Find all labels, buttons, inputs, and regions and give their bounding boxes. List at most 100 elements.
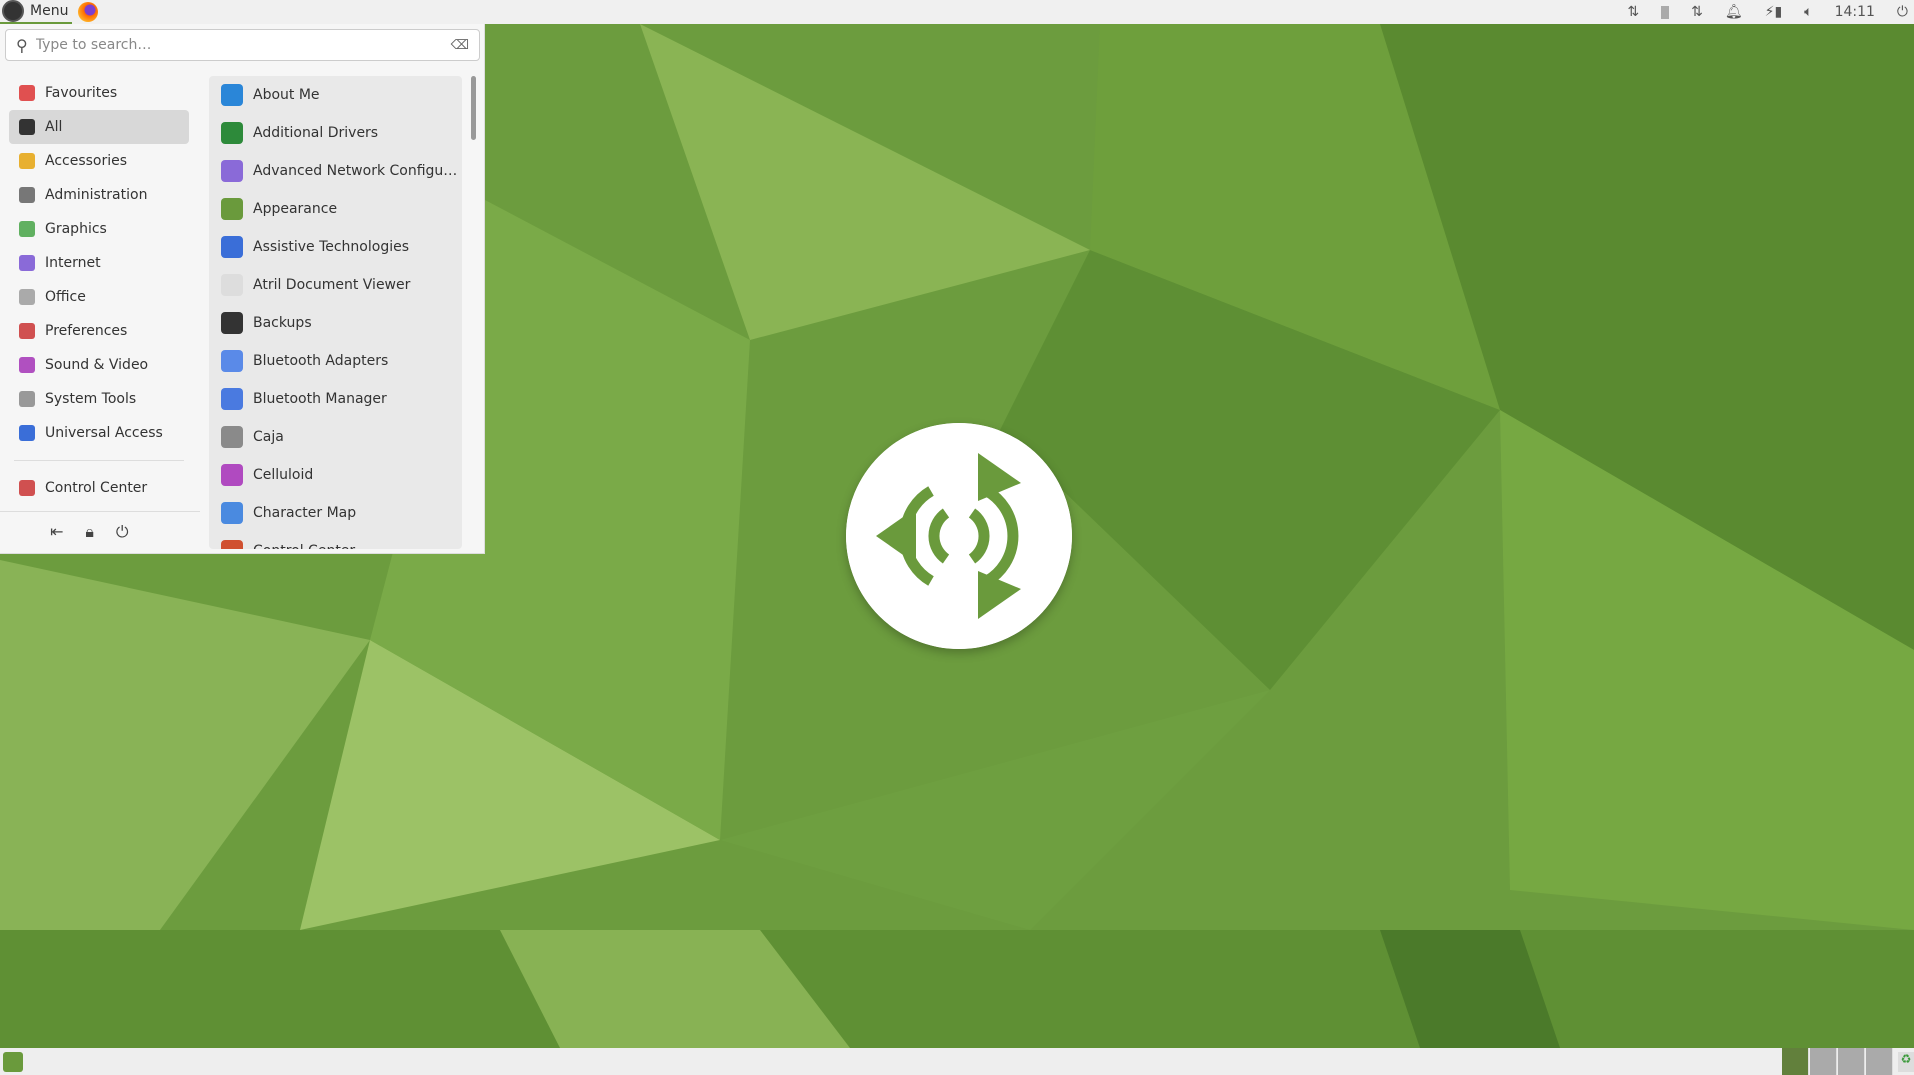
- accessories-icon: [19, 153, 35, 169]
- app-icon: [221, 160, 243, 182]
- shutdown-icon[interactable]: ⏻: [1897, 4, 1908, 20]
- app-icon: [221, 236, 243, 258]
- preferences-icon: [19, 323, 35, 339]
- show-desktop-icon[interactable]: [3, 1051, 23, 1072]
- category-label: Internet: [45, 255, 101, 271]
- ubuntu-mate-logo-icon: [2, 0, 24, 22]
- category-label: Favourites: [45, 85, 118, 101]
- category-system-tools[interactable]: System Tools: [9, 382, 189, 416]
- search-icon: ⚲: [16, 35, 28, 55]
- top-panel: Menu ⇅ ⇅ 🔔︎ ⚡▮ 🔈︎ 14:11 ⏻: [0, 0, 1914, 24]
- workspace-4[interactable]: [1866, 1048, 1893, 1075]
- application-menu: ⚲ ⌫ Favourites All Accessories Administrati…: [0, 24, 485, 554]
- search-input[interactable]: [35, 37, 443, 53]
- battery-indicator-icon[interactable]: [1661, 5, 1670, 19]
- category-universal-access[interactable]: Universal Access: [9, 416, 189, 450]
- app-item[interactable]: About Me: [209, 76, 462, 114]
- app-label: Appearance: [253, 201, 338, 217]
- app-item[interactable]: Bluetooth Manager: [209, 380, 462, 418]
- control-center-icon: [19, 480, 35, 496]
- workspace-1[interactable]: [1782, 1048, 1809, 1075]
- app-item[interactable]: Atril Document Viewer: [209, 266, 462, 304]
- category-favourites[interactable]: Favourites: [9, 76, 189, 110]
- app-icon: [221, 540, 243, 549]
- app-item[interactable]: Control Center: [209, 532, 462, 549]
- category-administration[interactable]: Administration: [9, 178, 189, 212]
- category-accessories[interactable]: Accessories: [9, 144, 189, 178]
- workspace-3[interactable]: [1838, 1048, 1865, 1075]
- clock[interactable]: 14:11: [1835, 4, 1875, 20]
- office-icon: [19, 289, 35, 305]
- power-battery-icon[interactable]: ⚡▮: [1765, 4, 1783, 20]
- lock-icon[interactable]: 🔒︎: [85, 522, 94, 542]
- category-list: Favourites All Accessories Administration Gr…: [9, 76, 189, 505]
- search-box[interactable]: ⚲ ⌫: [5, 29, 480, 61]
- notification-bell-icon[interactable]: 🔔︎: [1725, 4, 1743, 20]
- app-icon: [221, 426, 243, 448]
- app-item[interactable]: Celluloid: [209, 456, 462, 494]
- control-center-label: Control Center: [45, 480, 148, 496]
- category-label: Sound & Video: [45, 357, 149, 373]
- app-label: Bluetooth Manager: [253, 391, 387, 407]
- ubuntu-mate-desktop-logo: [846, 423, 1072, 649]
- app-label: Caja: [253, 429, 284, 445]
- app-label: Assistive Technologies: [253, 239, 410, 255]
- app-item[interactable]: Additional Drivers: [209, 114, 462, 152]
- category-label: Accessories: [45, 153, 128, 169]
- clear-search-icon[interactable]: ⌫: [451, 38, 469, 53]
- app-item[interactable]: Bluetooth Adapters: [209, 342, 462, 380]
- system-tools-icon: [19, 391, 35, 407]
- app-label: Bluetooth Adapters: [253, 353, 389, 369]
- app-item[interactable]: Appearance: [209, 190, 462, 228]
- universal-access-icon: [19, 425, 35, 441]
- app-list-scrollbar[interactable]: [471, 76, 476, 140]
- app-icon: [221, 502, 243, 524]
- category-office[interactable]: Office: [9, 280, 189, 314]
- app-label: Character Map: [253, 505, 357, 521]
- app-label: Advanced Network Configu…: [253, 163, 458, 179]
- firefox-launcher-icon[interactable]: [78, 2, 99, 22]
- app-icon: [221, 84, 243, 106]
- category-all[interactable]: All: [9, 110, 189, 144]
- heart-icon: [19, 85, 35, 101]
- trash-icon[interactable]: ♻: [1898, 1052, 1914, 1072]
- category-internet[interactable]: Internet: [9, 246, 189, 280]
- application-list: About Me Additional Drivers Advanced Netwo…: [209, 76, 462, 549]
- menu-button[interactable]: Menu: [0, 0, 73, 24]
- workspace-2[interactable]: [1810, 1048, 1837, 1075]
- volume-icon[interactable]: 🔈︎: [1804, 4, 1812, 20]
- app-icon: [221, 198, 243, 220]
- category-label: Universal Access: [45, 425, 163, 441]
- app-item[interactable]: Caja: [209, 418, 462, 456]
- app-label: About Me: [253, 87, 320, 103]
- sound-video-icon: [19, 357, 35, 373]
- app-label: Control Center: [253, 543, 355, 549]
- network-icon[interactable]: ⇅: [1627, 4, 1639, 20]
- category-graphics[interactable]: Graphics: [9, 212, 189, 246]
- app-item[interactable]: Backups: [209, 304, 462, 342]
- app-item[interactable]: Assistive Technologies: [209, 228, 462, 266]
- app-icon: [221, 388, 243, 410]
- divider: [14, 460, 184, 461]
- category-preferences[interactable]: Preferences: [9, 314, 189, 348]
- app-icon: [221, 350, 243, 372]
- administration-icon: [19, 187, 35, 203]
- bottom-panel: ♻: [0, 1048, 1914, 1075]
- menu-label: Menu: [30, 3, 69, 19]
- app-item[interactable]: Character Map: [209, 494, 462, 532]
- system-tray: ⇅ ⇅ 🔔︎ ⚡▮ 🔈︎ 14:11 ⏻: [1627, 0, 1914, 24]
- category-label: Administration: [45, 187, 148, 203]
- network-transfer-icon[interactable]: ⇅: [1691, 4, 1703, 20]
- app-label: Additional Drivers: [253, 125, 379, 141]
- graphics-icon: [19, 221, 35, 237]
- category-label: System Tools: [45, 391, 137, 407]
- app-item[interactable]: Advanced Network Configu…: [209, 152, 462, 190]
- logout-icon[interactable]: ⇤: [50, 522, 63, 542]
- power-icon[interactable]: ⏻: [116, 522, 129, 542]
- app-icon: [221, 464, 243, 486]
- category-label: Office: [45, 289, 86, 305]
- app-label: Atril Document Viewer: [253, 277, 411, 293]
- control-center-item[interactable]: Control Center: [9, 471, 189, 505]
- app-icon: [221, 122, 243, 144]
- category-sound-video[interactable]: Sound & Video: [9, 348, 189, 382]
